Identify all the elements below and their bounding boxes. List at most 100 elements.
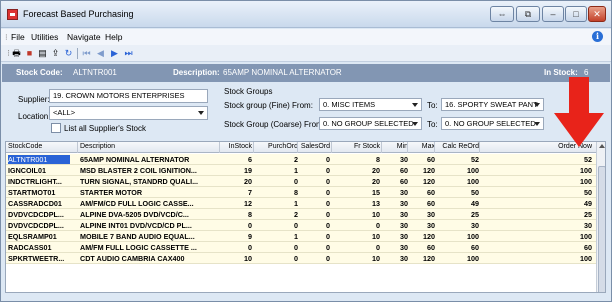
cell-stockcode[interactable]: CASSRADCD01 (8, 199, 70, 208)
cell-frstock[interactable]: 20 (334, 166, 380, 175)
menu-utilities[interactable]: Utilities (31, 32, 58, 42)
first-icon[interactable]: ⏮ (81, 48, 92, 59)
cell-frstock[interactable]: 20 (334, 177, 380, 186)
column-divider[interactable] (219, 142, 220, 153)
table-row[interactable]: SPKRTWEETR... CDT AUDIO CAMBRIA CAX400 10 0… (6, 253, 596, 264)
print-icon[interactable]: 🖶 (11, 48, 22, 59)
cell-salesord[interactable]: 0 (300, 243, 330, 252)
cell-purchord[interactable]: 1 (256, 166, 298, 175)
restore-layout-button[interactable]: ⧉ (516, 6, 540, 22)
cell-frstock[interactable]: 10 (334, 210, 380, 219)
table-row[interactable]: RADCASS01 AM/FM FULL LOGIC CASSETTE ... 0 0… (6, 242, 596, 253)
column-header-salesord[interactable]: SalesOrd (300, 143, 330, 150)
cell-min[interactable]: 30 (384, 210, 408, 219)
cell-purchord[interactable]: 8 (256, 188, 298, 197)
cell-instock[interactable]: 8 (222, 210, 252, 219)
dock-button[interactable]: ⇔ (490, 6, 514, 22)
cell-min[interactable]: 30 (384, 199, 408, 208)
table-row[interactable]: IGNCOIL01 MSD BLASTER 2 COIL IGNITION... 1… (6, 165, 596, 176)
last-icon[interactable]: ⏭ (123, 48, 134, 59)
cell-salesord[interactable]: 0 (300, 210, 330, 219)
minimize-button[interactable]: – (542, 6, 564, 22)
vertical-scrollbar[interactable] (596, 142, 605, 292)
column-divider[interactable] (253, 142, 254, 153)
cell-frstock[interactable]: 10 (334, 254, 380, 263)
cell-description[interactable]: AM/FM FULL LOGIC CASSETTE ... (80, 243, 212, 252)
cell-description[interactable]: AM/FM/CD FULL LOGIC CASSE... (80, 199, 212, 208)
cell-min[interactable]: 60 (384, 166, 408, 175)
column-divider[interactable] (297, 142, 298, 153)
column-header-min[interactable]: Min (384, 143, 408, 150)
maximize-button[interactable]: □ (565, 6, 587, 22)
cell-frstock[interactable]: 0 (334, 221, 380, 230)
cell-stockcode[interactable]: ALTNTR001 (8, 155, 70, 164)
cell-calc-reord[interactable]: 50 (437, 188, 479, 197)
cell-order-now[interactable]: 60 (482, 243, 592, 252)
export-icon[interactable]: ⇪ (50, 48, 61, 59)
table-row[interactable]: STARTMOT01 STARTER MOTOR 7 8 0 15 30 60 50 50 (6, 187, 596, 198)
scroll-thumb[interactable] (598, 166, 605, 292)
column-divider[interactable] (479, 142, 480, 153)
info-icon[interactable]: i (592, 31, 603, 42)
cell-frstock[interactable]: 13 (334, 199, 380, 208)
cell-calc-reord[interactable]: 60 (437, 243, 479, 252)
cell-calc-reord[interactable]: 100 (437, 177, 479, 186)
cell-stockcode[interactable]: DVDVCDCDPL... (8, 210, 70, 219)
table-row[interactable]: CASSRADCD01 AM/FM/CD FULL LOGIC CASSE... 1… (6, 198, 596, 209)
cell-min[interactable]: 30 (384, 254, 408, 263)
cell-salesord[interactable]: 0 (300, 232, 330, 241)
cell-calc-reord[interactable]: 100 (437, 254, 479, 263)
menu-navigate[interactable]: Navigate (67, 32, 101, 42)
cell-salesord[interactable]: 0 (300, 188, 330, 197)
cell-min[interactable]: 30 (384, 155, 408, 164)
cell-description[interactable]: TURN SIGNAL, STANDRD QUALI... (80, 177, 212, 186)
cell-purchord[interactable]: 2 (256, 155, 298, 164)
cell-calc-reord[interactable]: 100 (437, 166, 479, 175)
cell-stockcode[interactable]: STARTMOT01 (8, 188, 70, 197)
column-header-purchord[interactable]: PurchOrd (256, 143, 298, 150)
table-row[interactable]: ALTNTR001 65AMP NOMINAL ALTERNATOR 6 2 0 8 30 6… (6, 154, 596, 165)
cell-calc-reord[interactable]: 25 (437, 210, 479, 219)
cell-stockcode[interactable]: RADCASS01 (8, 243, 70, 252)
cell-order-now[interactable]: 100 (482, 232, 592, 241)
cell-max[interactable]: 120 (410, 254, 435, 263)
new-icon[interactable]: ▤ (37, 48, 48, 59)
cell-min[interactable]: 30 (384, 221, 408, 230)
column-header-instock[interactable]: InStock (222, 143, 252, 150)
cell-salesord[interactable]: 0 (300, 177, 330, 186)
cell-max[interactable]: 60 (410, 243, 435, 252)
cell-description[interactable]: MOBILE 7 BAND AUDIO EQUAL... (80, 232, 212, 241)
cell-frstock[interactable]: 10 (334, 232, 380, 241)
close-button[interactable]: ✕ (588, 6, 606, 22)
cell-calc-reord[interactable]: 30 (437, 221, 479, 230)
cell-instock[interactable]: 0 (222, 221, 252, 230)
cell-max[interactable]: 120 (410, 232, 435, 241)
cell-purchord[interactable]: 0 (256, 243, 298, 252)
cell-order-now[interactable]: 100 (482, 166, 592, 175)
cell-max[interactable]: 60 (410, 188, 435, 197)
column-divider[interactable] (407, 142, 408, 153)
cell-calc-reord[interactable]: 49 (437, 199, 479, 208)
cell-instock[interactable]: 7 (222, 188, 252, 197)
column-divider[interactable] (381, 142, 382, 153)
next-icon[interactable]: ▶ (109, 48, 120, 59)
cell-max[interactable]: 30 (410, 210, 435, 219)
cell-description[interactable]: STARTER MOTOR (80, 188, 212, 197)
cell-salesord[interactable]: 0 (300, 155, 330, 164)
table-row[interactable]: INDCTRLIGHT... TURN SIGNAL, STANDRD QUALI… (6, 176, 596, 187)
menu-help[interactable]: Help (105, 32, 122, 42)
cell-max[interactable]: 30 (410, 221, 435, 230)
column-divider[interactable] (434, 142, 435, 153)
cell-description[interactable]: ALPINE INT01 DVD/VCD/CD PL... (80, 221, 212, 230)
cell-max[interactable]: 120 (410, 177, 435, 186)
cell-order-now[interactable]: 100 (482, 177, 592, 186)
cell-stockcode[interactable]: DVDVCDCDPL... (8, 221, 70, 230)
column-divider[interactable] (331, 142, 332, 153)
cell-instock[interactable]: 10 (222, 254, 252, 263)
cell-purchord[interactable]: 1 (256, 232, 298, 241)
supplier-field[interactable]: 19. CROWN MOTORS ENTERPRISES (49, 89, 208, 103)
cell-order-now[interactable]: 52 (482, 155, 592, 164)
cell-min[interactable]: 30 (384, 243, 408, 252)
column-header-description[interactable]: Description (80, 143, 212, 150)
cell-order-now[interactable]: 100 (482, 254, 592, 263)
